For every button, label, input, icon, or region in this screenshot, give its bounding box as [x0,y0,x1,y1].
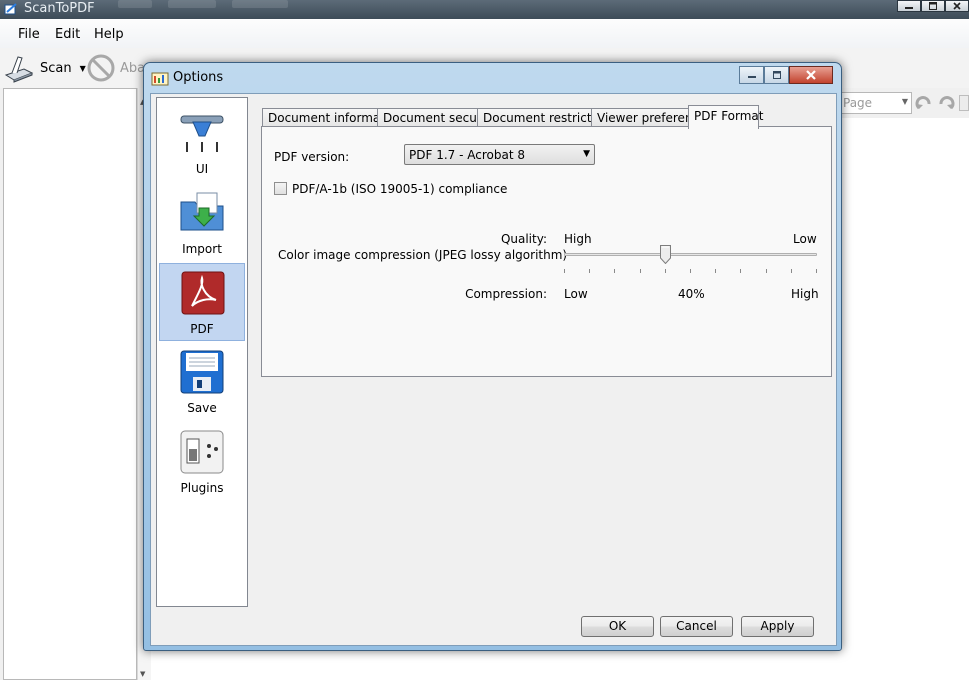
thumbnail-pane[interactable] [3,88,137,680]
compression-slider[interactable] [562,243,819,273]
pdf-version-select[interactable]: PDF 1.7 - Acrobat 8 ▼ [404,144,595,165]
scan-dropdown-arrow-icon[interactable]: ▼ [80,64,86,73]
slider-tick [816,269,817,273]
slider-track [564,253,817,256]
toolbar-overflow-icon[interactable] [959,95,969,111]
scantopdf-app-icon [4,3,17,15]
chevron-down-icon: ▼ [901,97,908,106]
close-icon [953,2,961,10]
options-settings-icon [151,72,169,86]
slider-thumb[interactable] [660,245,672,264]
apply-button[interactable]: Apply [741,616,814,637]
scanner-icon [180,115,224,152]
slider-tick [740,269,741,273]
dialog-minimize-button[interactable] [739,66,764,84]
scroll-down-arrow-icon[interactable]: ▼ [140,670,145,678]
slider-tick [690,269,691,273]
cancel-button[interactable]: Cancel [660,616,733,637]
compression-label: Compression: [465,287,547,301]
compression-high-label: High [791,287,819,301]
dialog-title: Options [173,70,224,85]
close-icon [806,70,816,80]
compression-percent: 40% [678,287,705,301]
category-pdf[interactable]: PDF [159,263,245,341]
no-entry-icon [87,54,115,82]
maximize-icon [772,71,781,79]
compression-low-label: Low [564,287,588,301]
color-compression-label: Color image compression (JPEG lossy algo… [278,248,568,262]
pdf-format-panel: PDF version: PDF 1.7 - Acrobat 8 ▼ PDF/A… [261,126,832,377]
tab-document-information[interactable]: Document information [262,108,403,128]
maximize-icon [929,2,937,10]
scan-label: Scan [40,60,72,76]
zoom-select[interactable]: Page ▼ [838,92,912,114]
category-label: PDF [190,322,214,336]
app-minimize-button[interactable] [897,0,921,12]
category-ui[interactable]: UI [159,104,245,182]
category-label: UI [195,162,209,176]
slider-tick [589,269,590,273]
slider-tick [640,269,641,273]
pdfa-compliance-checkbox[interactable] [274,182,287,195]
slider-tick [715,269,716,273]
category-label: Import [182,242,222,256]
quality-label: Quality: [500,232,547,246]
dialog-body: UI Import PDF Save Plugins Document info… [150,93,837,646]
floppy-disk-icon [180,350,224,394]
faded-tab-ghost [232,0,288,8]
menu-help[interactable]: Help [94,27,124,42]
slider-tick [791,269,792,273]
app-window-controls [897,0,969,12]
view-tools: Page ▼ [838,92,969,114]
plugin-switch-icon [180,430,224,474]
app-menu-bar: File Edit Help [0,19,969,48]
slider-tick [665,269,666,273]
chevron-down-icon: ▼ [583,149,590,159]
category-label: Plugins [180,481,224,495]
faded-tab-ghost [118,0,152,8]
category-save[interactable]: Save [159,343,245,421]
menu-edit[interactable]: Edit [55,27,80,42]
pdf-version-value: PDF 1.7 - Acrobat 8 [409,148,525,162]
rotate-right-icon[interactable] [937,94,955,112]
dialog-window-controls [739,66,833,84]
app-title-bar: ScanToPDF [0,0,969,19]
faded-tab-ghost [168,0,216,8]
pdfa-compliance-label[interactable]: PDF/A-1b (ISO 19005-1) compliance [292,182,507,196]
options-category-list: UI Import PDF Save Plugins [156,97,248,607]
tab-document-security[interactable]: Document security [377,108,497,128]
acrobat-pdf-icon [181,271,225,315]
category-import[interactable]: Import [159,184,245,262]
rotate-left-icon[interactable] [915,94,933,112]
slider-ticks [564,269,817,273]
scanner-icon [4,56,34,83]
ok-button[interactable]: OK [581,616,654,637]
app-title: ScanToPDF [24,1,95,16]
app-close-button[interactable] [945,0,969,12]
minimize-icon [747,76,756,78]
tab-viewer-preference[interactable]: Viewer preference [591,108,707,128]
zoom-value: Page [843,96,873,110]
dialog-close-button[interactable] [789,66,833,84]
options-dialog: Options UI Import PDF Save Plugins Docum… [143,62,842,651]
slider-tick [614,269,615,273]
category-label: Save [187,401,217,415]
app-maximize-button[interactable] [921,0,945,12]
menu-file[interactable]: File [18,27,40,42]
slider-tick [766,269,767,273]
dialog-maximize-button[interactable] [764,66,789,84]
slider-tick [564,269,565,273]
category-plugins[interactable]: Plugins [159,423,245,501]
pdf-version-label: PDF version: [274,150,350,164]
import-folder-icon [180,192,224,231]
tab-pdf-format[interactable]: PDF Format [688,105,763,129]
tab-document-restrictions[interactable]: Document restrictions [477,108,616,128]
scan-button[interactable]: Scan ▼ [4,52,86,84]
minimize-icon [905,7,913,9]
